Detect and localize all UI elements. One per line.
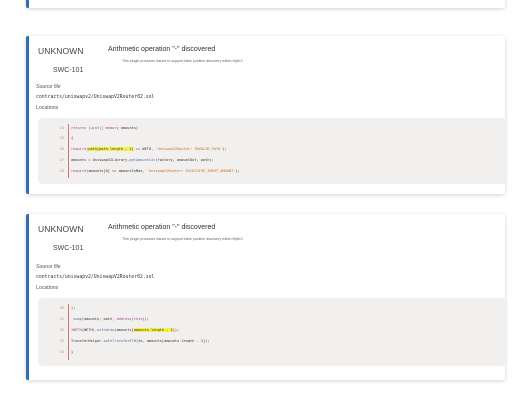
source-file-label: Source file <box>36 264 61 270</box>
issue-description: This plugin produces issues to support f… <box>122 237 244 241</box>
line-code: amounts = UniswapV2Library.getAmountsIn(… <box>71 158 214 162</box>
code-snippet: 30 ); 31 _swap(amounts, path, address(th… <box>38 298 507 366</box>
code-line: 24 returns (uint[] memory amounts) <box>38 124 507 132</box>
line-code: _swap(amounts, path, address(this)); <box>71 317 149 321</box>
source-file-label: Source file <box>36 84 61 90</box>
line-code: require(amounts[0] <= amountInMax, 'Unis… <box>71 169 240 173</box>
source-file-path[interactable]: contracts/uniswapv2/UniswapV2Router02.so… <box>36 95 154 100</box>
line-number: 25 <box>59 136 64 140</box>
line-code: { <box>71 136 74 140</box>
swc-id: SWC-101 <box>53 67 84 74</box>
code-line: 32 IWETH(WETH).withdraw(amounts[amounts.… <box>38 326 507 334</box>
swc-id: SWC-101 <box>53 245 84 252</box>
line-number: 27 <box>59 158 64 162</box>
issue-header: UNKNOWN SWC-101 Arithmetic operation "-"… <box>38 45 478 79</box>
line-number: 34 <box>59 350 64 354</box>
issue-description: This plugin produces issues to support f… <box>122 59 244 63</box>
line-code: } <box>71 350 74 354</box>
line-number: 26 <box>59 147 64 151</box>
line-number: 28 <box>59 169 64 173</box>
previous-issue-card <box>26 0 505 8</box>
code-line: 26 require(path[path.length - 1] == WETH… <box>38 145 507 153</box>
line-number: 24 <box>59 126 64 130</box>
issue-header: UNKNOWN SWC-101 Arithmetic operation "-"… <box>38 223 478 257</box>
line-code: returns (uint[] memory amounts) <box>71 126 139 130</box>
code-line: 30 ); <box>38 304 507 312</box>
code-line: 31 _swap(amounts, path, address(this)); <box>38 315 507 323</box>
code-line: 33 TransferHelper.safeTransferETH(to, am… <box>38 337 507 345</box>
issue-title: Arithmetic operation "-" discovered <box>108 224 216 231</box>
line-number: 30 <box>59 306 64 310</box>
issue-card: UNKNOWN SWC-101 Arithmetic operation "-"… <box>26 36 507 194</box>
source-file-path[interactable]: contracts/uniswapv2/UniswapV2Router02.so… <box>36 275 154 280</box>
issue-card: UNKNOWN SWC-101 Arithmetic operation "-"… <box>26 214 507 380</box>
line-code: IWETH(WETH).withdraw(amounts[amounts.len… <box>71 328 180 332</box>
line-code: require(path[path.length - 1] == WETH, '… <box>71 147 227 151</box>
code-line: 25 { <box>38 134 507 142</box>
line-number: 31 <box>59 317 64 321</box>
line-number: 33 <box>59 339 64 343</box>
line-number: 32 <box>59 328 64 332</box>
issue-title: Arithmetic operation "-" discovered <box>108 46 216 53</box>
locations-label: Locations <box>36 105 59 111</box>
code-line: 27 amounts = UniswapV2Library.getAmounts… <box>38 156 507 164</box>
code-line: 28 require(amounts[0] <= amountInMax, 'U… <box>38 167 507 175</box>
line-code: ); <box>71 306 76 310</box>
severity-label: UNKNOWN <box>38 224 84 234</box>
code-line: 34 } <box>38 348 507 356</box>
code-snippet: 24 returns (uint[] memory amounts) 25 { … <box>38 118 507 184</box>
line-code: TransferHelper.safeTransferETH(to, amoun… <box>71 339 210 343</box>
severity-label: UNKNOWN <box>38 46 84 56</box>
locations-label: Locations <box>36 285 59 291</box>
